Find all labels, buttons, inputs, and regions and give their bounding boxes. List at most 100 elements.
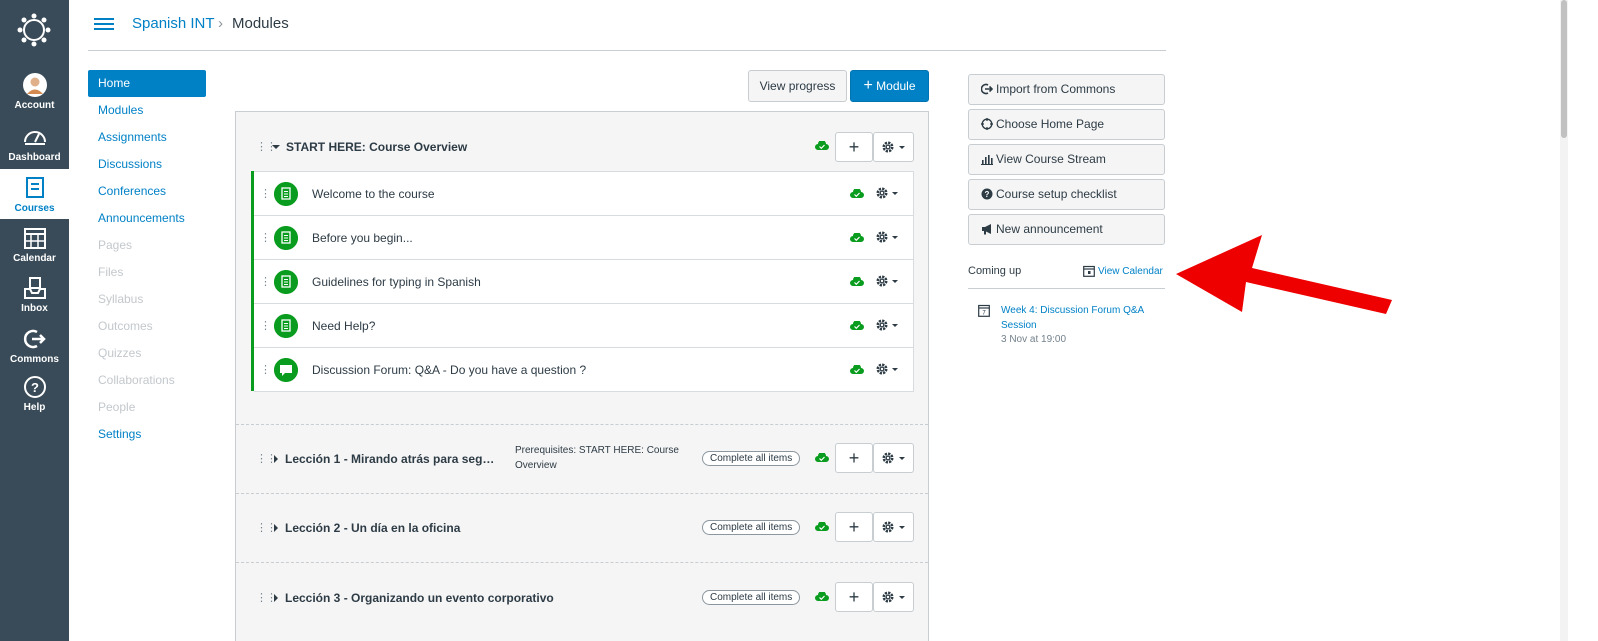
global-nav-commons[interactable]: Commons bbox=[0, 320, 69, 370]
course-nav-modules[interactable]: Modules bbox=[88, 97, 206, 124]
breadcrumb-course-link[interactable]: Spanish INT bbox=[132, 15, 215, 32]
module-header[interactable]: ⋮⋮ START HERE: Course Overview + bbox=[236, 112, 928, 172]
module-divider bbox=[236, 424, 928, 425]
global-nav-calendar[interactable]: Calendar bbox=[0, 219, 69, 269]
svg-text:?: ? bbox=[31, 380, 39, 395]
add-module-button[interactable]: + Module bbox=[850, 70, 929, 102]
published-cloud-icon[interactable] bbox=[815, 592, 829, 602]
module-item-title[interactable]: Discussion Forum: Q&A - Do you have a qu… bbox=[312, 363, 586, 377]
course-nav-discussions[interactable]: Discussions bbox=[88, 151, 206, 178]
gear-icon[interactable] bbox=[875, 230, 899, 244]
gear-icon[interactable] bbox=[875, 318, 899, 332]
drag-handle-icon[interactable]: ⋮⋮ bbox=[260, 364, 281, 376]
global-nav-courses[interactable]: Courses bbox=[0, 169, 69, 219]
hamburger-menu-icon[interactable] bbox=[94, 18, 114, 32]
module-title[interactable]: START HERE: Course Overview bbox=[286, 140, 467, 154]
canvas-logo-icon[interactable] bbox=[16, 12, 52, 48]
module-settings-button[interactable] bbox=[873, 443, 914, 473]
module-item-title[interactable]: Guidelines for typing in Spanish bbox=[312, 275, 481, 289]
published-cloud-icon[interactable] bbox=[850, 189, 864, 199]
add-item-button[interactable]: + bbox=[835, 582, 873, 612]
drag-handle-icon[interactable]: ⋮⋮ bbox=[260, 276, 281, 288]
drag-handle-icon[interactable]: ⋮⋮ bbox=[256, 141, 277, 153]
course-nav-home[interactable]: Home bbox=[88, 70, 206, 97]
global-nav-inbox[interactable]: Inbox bbox=[0, 269, 69, 319]
course-setup-checklist-button[interactable]: ? Course setup checklist bbox=[968, 179, 1165, 210]
module-item[interactable]: ⋮⋮ Guidelines for typing in Spanish bbox=[254, 259, 914, 304]
breadcrumb-current-page: Modules bbox=[232, 15, 289, 32]
course-nav-people[interactable]: People bbox=[88, 394, 206, 421]
gear-icon[interactable] bbox=[875, 186, 899, 200]
add-item-button[interactable]: + bbox=[835, 132, 873, 162]
module-items: ⋮⋮ Welcome to the course ⋮⋮ Before you b… bbox=[251, 171, 914, 392]
course-nav-assignments[interactable]: Assignments bbox=[88, 124, 206, 151]
collapse-caret-icon[interactable] bbox=[272, 145, 280, 149]
global-nav-label: Courses bbox=[14, 203, 55, 214]
course-nav-announcements[interactable]: Announcements bbox=[88, 205, 206, 232]
published-cloud-icon[interactable] bbox=[850, 365, 864, 375]
course-nav-conferences[interactable]: Conferences bbox=[88, 178, 206, 205]
published-cloud-icon[interactable] bbox=[815, 453, 829, 463]
course-nav-collaborations[interactable]: Collaborations bbox=[88, 367, 206, 394]
module-item-title[interactable]: Before you begin... bbox=[312, 231, 413, 245]
help-icon: ? bbox=[23, 376, 46, 398]
published-cloud-icon[interactable] bbox=[815, 141, 829, 151]
gear-icon[interactable] bbox=[875, 274, 899, 288]
module-settings-button[interactable] bbox=[873, 582, 914, 612]
course-nav-quizzes[interactable]: Quizzes bbox=[88, 340, 206, 367]
view-calendar-link[interactable]: View Calendar bbox=[1098, 266, 1163, 277]
calendar-icon[interactable] bbox=[1083, 265, 1095, 277]
module-title[interactable]: Lección 2 - Un día en la oficina bbox=[285, 521, 460, 535]
page-scrollbar-thumb[interactable] bbox=[1561, 0, 1567, 138]
course-nav-settings[interactable]: Settings bbox=[88, 421, 206, 448]
calendar-icon bbox=[23, 228, 46, 249]
view-course-stream-button[interactable]: View Course Stream bbox=[968, 144, 1165, 175]
module-item-title[interactable]: Welcome to the course bbox=[312, 187, 435, 201]
module-settings-button[interactable] bbox=[873, 132, 914, 162]
target-icon bbox=[981, 118, 993, 130]
gear-icon[interactable] bbox=[875, 362, 899, 376]
module-title[interactable]: Lección 1 - Mirando atrás para seg… bbox=[285, 452, 494, 466]
published-cloud-icon[interactable] bbox=[815, 522, 829, 532]
module-item[interactable]: ⋮⋮ Welcome to the course bbox=[254, 171, 914, 216]
expand-caret-icon[interactable] bbox=[274, 455, 278, 463]
expand-caret-icon[interactable] bbox=[274, 524, 278, 532]
import-from-commons-button[interactable]: Import from Commons bbox=[968, 74, 1165, 105]
svg-text:?: ? bbox=[985, 190, 990, 199]
published-cloud-icon[interactable] bbox=[850, 277, 864, 287]
expand-caret-icon[interactable] bbox=[274, 594, 278, 602]
add-item-button[interactable]: + bbox=[835, 443, 873, 473]
view-progress-button[interactable]: View progress bbox=[748, 70, 847, 102]
new-announcement-button[interactable]: New announcement bbox=[968, 214, 1165, 245]
drag-handle-icon[interactable]: ⋮⋮ bbox=[256, 453, 277, 465]
global-nav-help[interactable]: ? Help bbox=[0, 368, 69, 418]
course-nav-files[interactable]: Files bbox=[88, 259, 206, 286]
module-header[interactable]: ⋮⋮ Lección 2 - Un día en la oficina Comp… bbox=[236, 497, 928, 557]
upcoming-event-link[interactable]: Week 4: Discussion Forum Q&A Session bbox=[1001, 303, 1151, 333]
inbox-icon bbox=[23, 277, 46, 299]
module-header[interactable]: ⋮⋮ Lección 1 - Mirando atrás para seg… P… bbox=[236, 428, 928, 488]
drag-handle-icon[interactable]: ⋮⋮ bbox=[260, 320, 281, 332]
module-item[interactable]: ⋮⋮ Discussion Forum: Q&A - Do you have a… bbox=[254, 347, 914, 392]
drag-handle-icon[interactable]: ⋮⋮ bbox=[256, 592, 277, 604]
module-item[interactable]: ⋮⋮ Need Help? bbox=[254, 303, 914, 348]
drag-handle-icon[interactable]: ⋮⋮ bbox=[260, 188, 281, 200]
module-title[interactable]: Lección 3 - Organizando un evento corpor… bbox=[285, 591, 554, 605]
megaphone-icon bbox=[982, 224, 991, 235]
module-item-title[interactable]: Need Help? bbox=[312, 319, 375, 333]
add-item-button[interactable]: + bbox=[835, 512, 873, 542]
drag-handle-icon[interactable]: ⋮⋮ bbox=[260, 232, 281, 244]
module-header[interactable]: ⋮⋮ Lección 3 - Organizando un evento cor… bbox=[236, 567, 928, 627]
drag-handle-icon[interactable]: ⋮⋮ bbox=[256, 522, 277, 534]
module-divider bbox=[236, 493, 928, 494]
global-nav-dashboard[interactable]: Dashboard bbox=[0, 118, 69, 168]
course-nav-pages[interactable]: Pages bbox=[88, 232, 206, 259]
choose-home-page-button[interactable]: Choose Home Page bbox=[968, 109, 1165, 140]
module-settings-button[interactable] bbox=[873, 512, 914, 542]
module-item[interactable]: ⋮⋮ Before you begin... bbox=[254, 215, 914, 260]
course-nav-outcomes[interactable]: Outcomes bbox=[88, 313, 206, 340]
published-cloud-icon[interactable] bbox=[850, 321, 864, 331]
course-nav-syllabus[interactable]: Syllabus bbox=[88, 286, 206, 313]
global-nav-account[interactable]: Account bbox=[0, 66, 69, 116]
published-cloud-icon[interactable] bbox=[850, 233, 864, 243]
